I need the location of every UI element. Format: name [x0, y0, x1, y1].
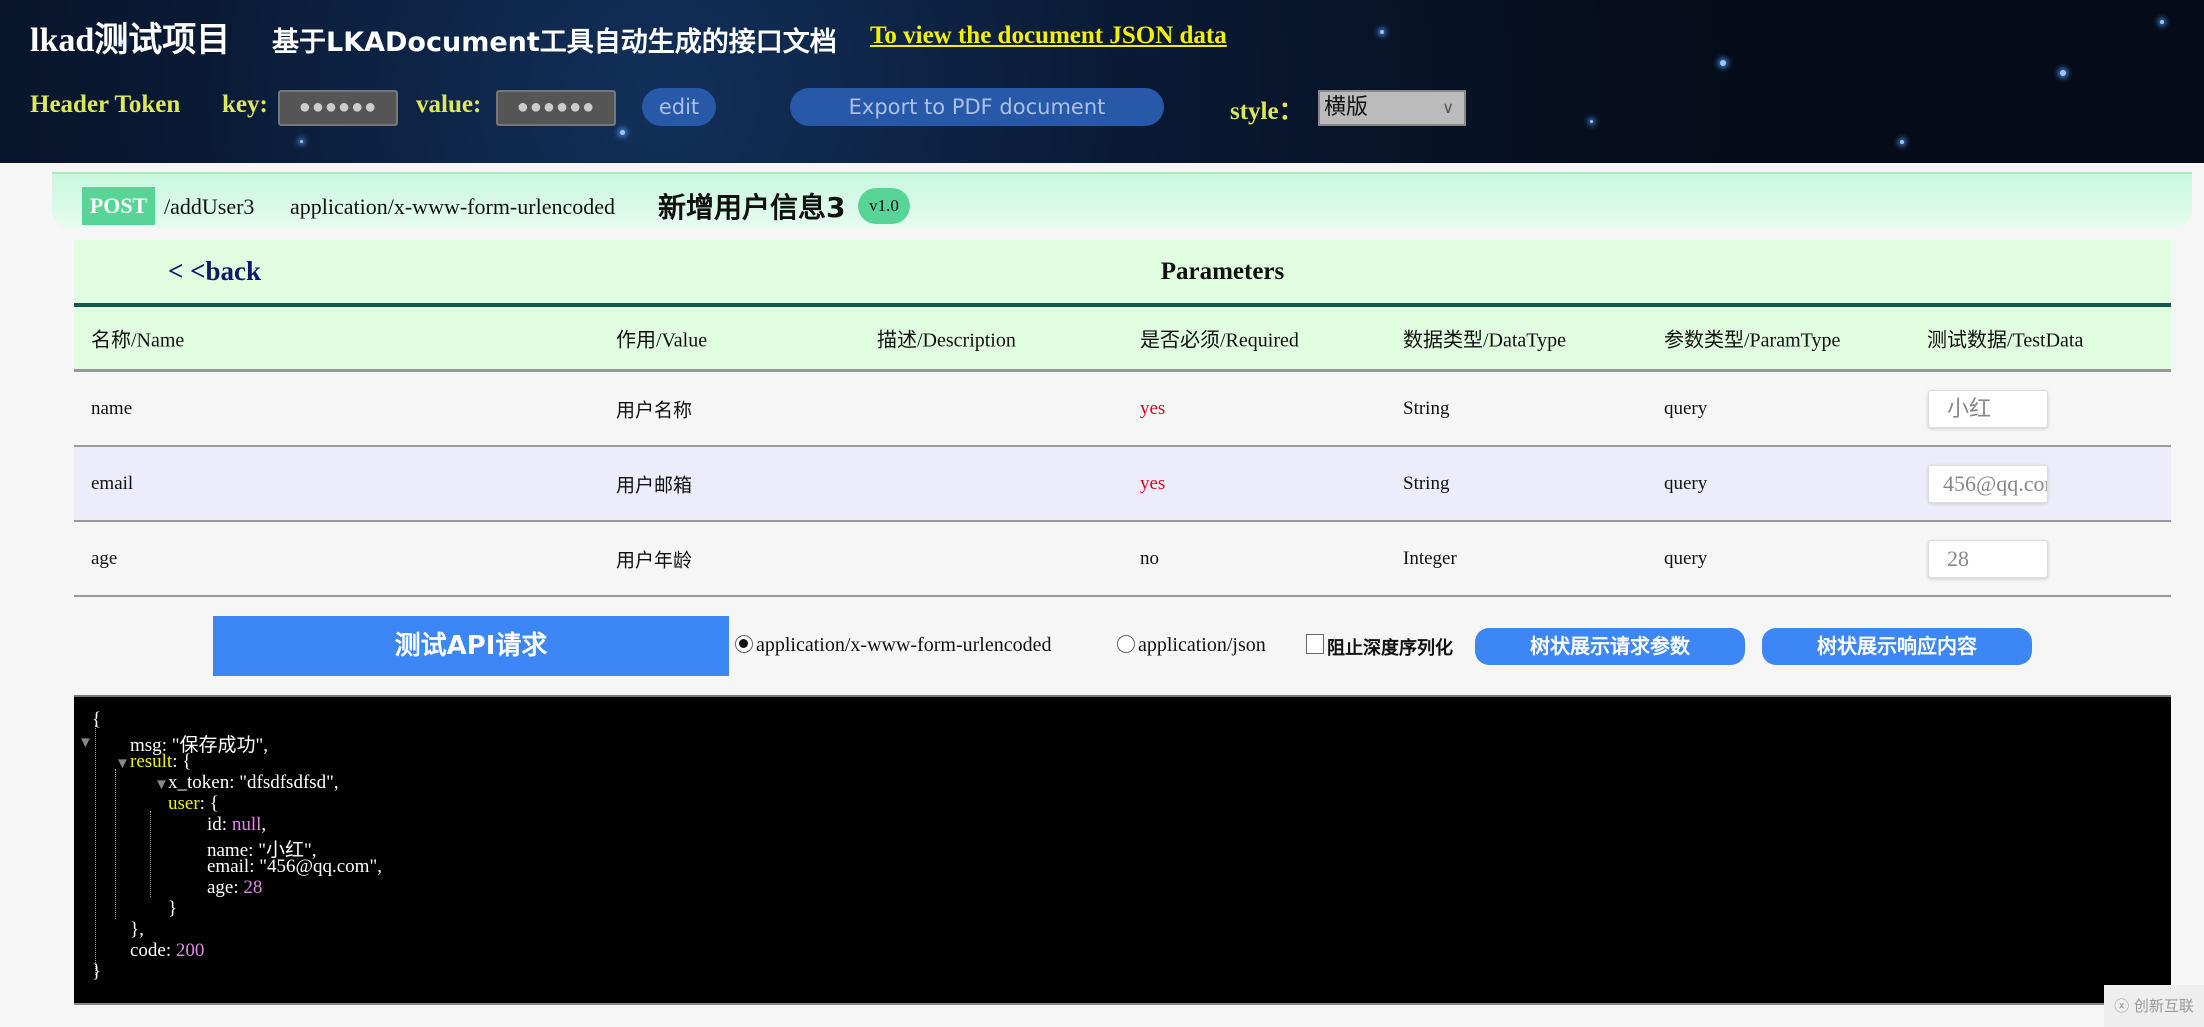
json-close-brace: }: [92, 961, 102, 982]
json-line: user: {: [168, 793, 219, 814]
value-label: value:: [416, 91, 482, 118]
parameters-table: < <back Parameters 名称/Name 作用/Value 描述/D…: [74, 240, 2171, 597]
param-datatype: String: [1403, 397, 1450, 419]
token-key-input[interactable]: ●●●●●●: [278, 90, 398, 126]
radio-unchecked-icon[interactable]: [1117, 635, 1135, 653]
token-value-input[interactable]: ●●●●●●: [496, 90, 616, 126]
testdata-input[interactable]: 456@qq.com: [1928, 464, 2048, 503]
param-name: name: [91, 397, 133, 419]
json-line: id: null,: [207, 814, 267, 835]
json-line: code: 200: [130, 940, 205, 961]
table-header-row: 名称/Name 作用/Value 描述/Description 是否必须/Req…: [74, 307, 2171, 372]
column-header: 作用/Value: [616, 329, 708, 352]
style-label: style：: [1230, 98, 1304, 125]
collapse-triangle-icon[interactable]: ▼: [115, 756, 130, 773]
export-pdf-button[interactable]: Export to PDF document: [790, 88, 1164, 126]
param-value: 用户年龄: [616, 550, 693, 571]
style-selected-value: 横版: [1324, 95, 1369, 120]
header-token-label: Header Token: [30, 91, 181, 118]
testdata-input[interactable]: 28: [1928, 539, 2048, 578]
collapse-triangle-icon[interactable]: ▼: [154, 777, 169, 794]
param-required: no: [1140, 547, 1159, 569]
checkbox-icon[interactable]: [1306, 634, 1324, 654]
parameters-title: Parameters: [1160, 258, 1285, 285]
column-header: 是否必须/Required: [1140, 329, 1299, 352]
radio-json-label: application/json: [1138, 634, 1266, 656]
param-required: yes: [1140, 397, 1166, 419]
testdata-input[interactable]: 小红: [1928, 389, 2048, 428]
endpoint-path: /addUser3: [164, 194, 255, 219]
json-line: }: [168, 898, 178, 919]
column-header: 名称/Name: [91, 329, 185, 352]
column-header: 描述/Description: [877, 329, 1016, 352]
endpoint-title: 新增用户信息3: [658, 191, 846, 224]
collapse-triangle-icon[interactable]: ▼: [78, 735, 93, 752]
page-header: lkad测试项目 基于LKADocument工具自动生成的接口文档 To vie…: [0, 0, 2204, 163]
parameters-header: < <back Parameters: [74, 240, 2171, 307]
prevent-deep-label: 阻止深度序列化: [1327, 638, 1453, 659]
param-value: 用户邮箱: [616, 475, 693, 496]
param-paramtype: query: [1664, 397, 1708, 419]
test-api-button[interactable]: 测试API请求: [213, 616, 729, 676]
project-title: lkad测试项目: [30, 22, 231, 59]
version-badge: v1.0: [858, 188, 910, 224]
param-name: email: [91, 472, 134, 494]
radio-form-urlencoded[interactable]: application/x-www-form-urlencoded: [735, 634, 1051, 657]
json-line: x_token: "dfsdfsdfsd",: [168, 772, 339, 793]
json-line: age: 28: [207, 877, 263, 898]
json-open-brace: {: [92, 709, 102, 730]
table-row: name 用户名称 yes String query 小红: [74, 372, 2171, 447]
key-label: key:: [222, 91, 268, 118]
method-badge: POST: [82, 187, 155, 225]
table-row: email 用户邮箱 yes String query 456@qq.com: [74, 447, 2171, 522]
endpoint-bar: POST /addUser3 application/x-www-form-ur…: [52, 172, 2192, 228]
prevent-deep-serialization-checkbox[interactable]: 阻止深度序列化: [1306, 634, 1453, 660]
response-panel: ▼ ▼ ▼ { msg: "保存成功", result: { x_token: …: [74, 695, 2171, 1005]
param-datatype: Integer: [1403, 547, 1457, 569]
radio-form-label: application/x-www-form-urlencoded: [756, 634, 1052, 656]
view-json-link[interactable]: To view the document JSON data: [870, 22, 1227, 50]
param-paramtype: query: [1664, 547, 1708, 569]
radio-checked-icon[interactable]: [735, 635, 753, 653]
tree-request-button[interactable]: 树状展示请求参数: [1475, 628, 1745, 665]
style-select[interactable]: 横版 ∨: [1318, 90, 1466, 126]
param-datatype: String: [1403, 472, 1450, 494]
column-header: 参数类型/ParamType: [1664, 329, 1841, 352]
endpoint-content-type: application/x-www-form-urlencoded: [290, 194, 615, 219]
table-row: age 用户年龄 no Integer query 28: [74, 522, 2171, 597]
json-line: result: {: [130, 751, 192, 772]
column-header: 数据类型/DataType: [1403, 329, 1567, 352]
page-subtitle: 基于LKADocument工具自动生成的接口文档: [272, 27, 837, 58]
param-value: 用户名称: [616, 400, 693, 421]
param-name: age: [91, 547, 118, 569]
tree-response-button[interactable]: 树状展示响应内容: [1762, 628, 2032, 665]
edit-button[interactable]: edit: [642, 88, 716, 126]
param-paramtype: query: [1664, 472, 1708, 494]
json-line: email: "456@qq.com",: [207, 856, 382, 877]
column-header: 测试数据/TestData: [1927, 329, 2084, 352]
json-line: },: [130, 919, 144, 940]
radio-json[interactable]: application/json: [1117, 634, 1266, 657]
chevron-down-icon: ∨: [1442, 98, 1454, 117]
param-required: yes: [1140, 472, 1166, 494]
watermark-logo: ⓧ 创新互联: [2104, 985, 2204, 1027]
